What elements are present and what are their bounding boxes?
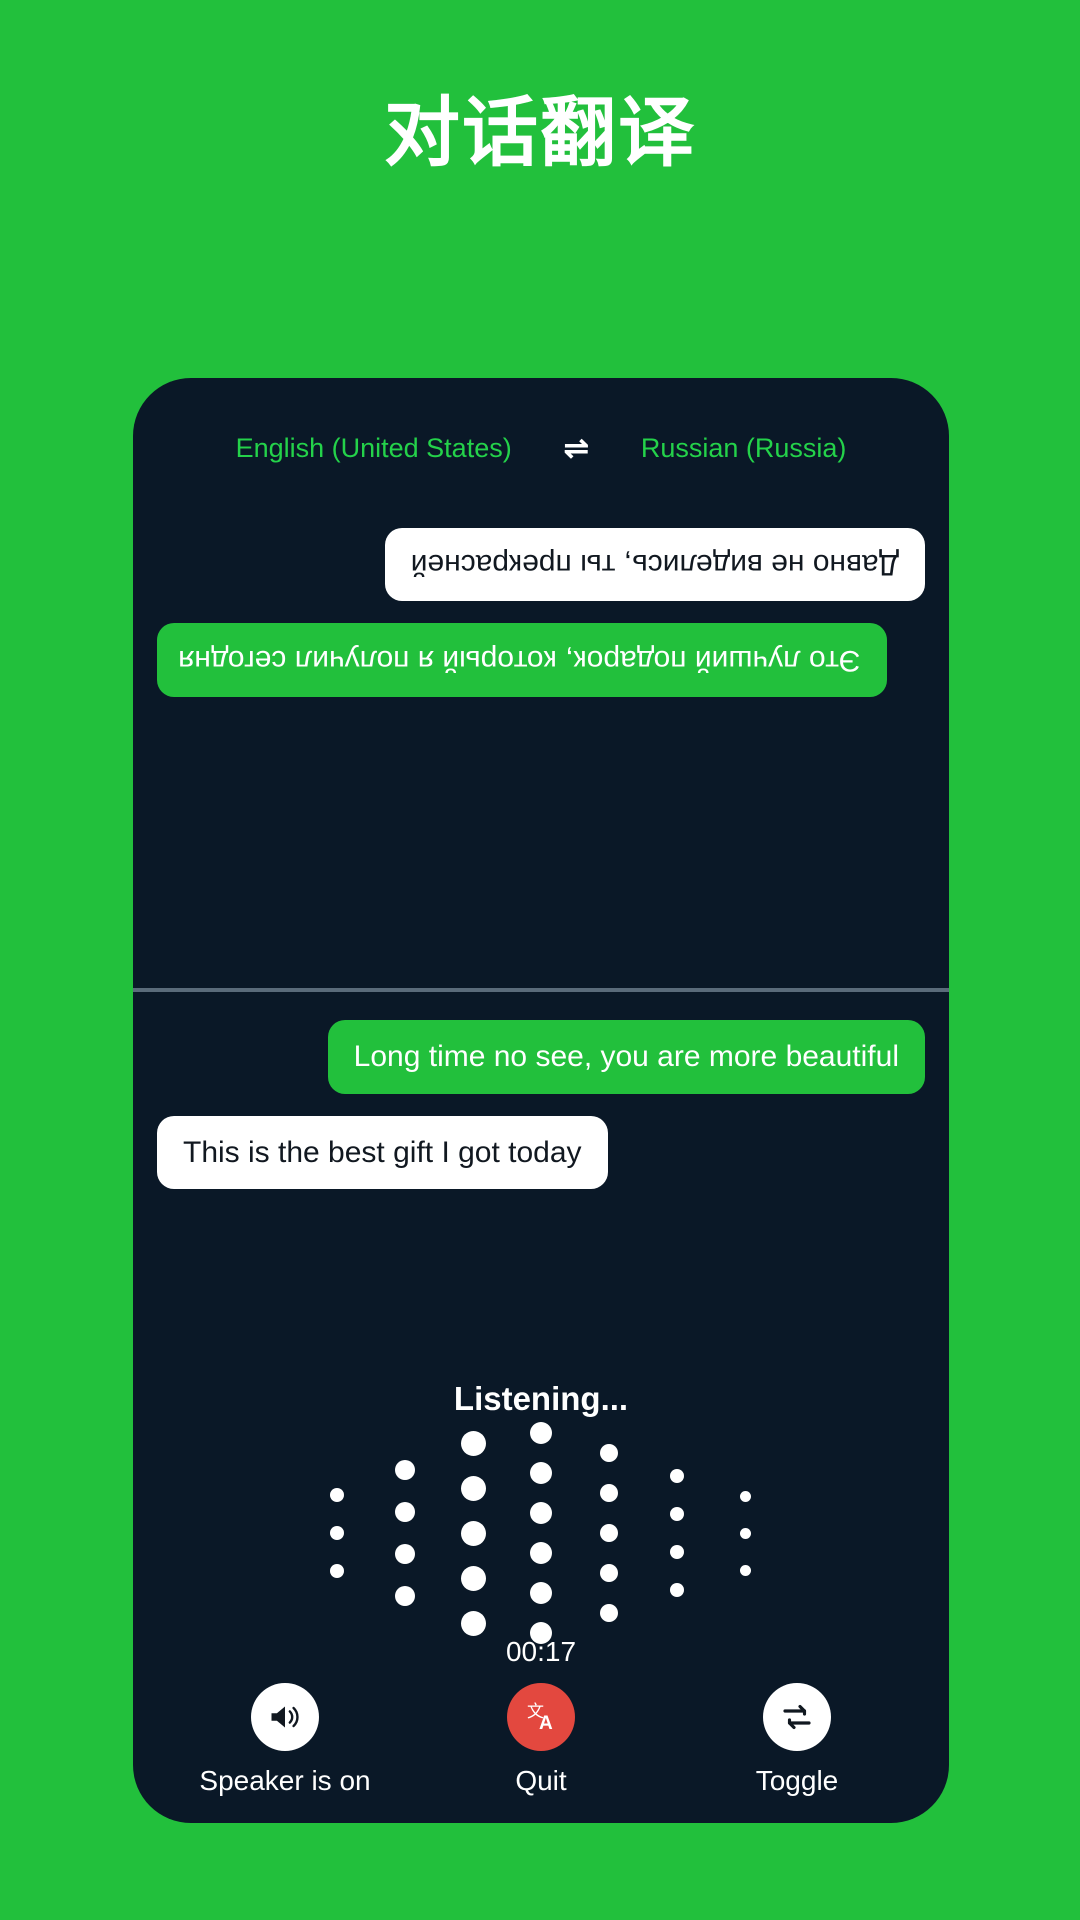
panel-divider xyxy=(133,988,949,992)
message-bubble[interactable]: This is the best gift I got today xyxy=(157,1115,608,1189)
waveform-dot xyxy=(460,1610,486,1636)
waveform-dot xyxy=(600,1604,618,1622)
speaker-button-label: Speaker is on xyxy=(199,1765,371,1796)
waveform-dot xyxy=(600,1484,618,1502)
toggle-button-label: Toggle xyxy=(755,1765,839,1796)
waveform-column xyxy=(439,1430,507,1636)
waveform-column xyxy=(371,1460,439,1606)
waveform-dot xyxy=(670,1545,684,1559)
waveform-dot xyxy=(600,1524,618,1542)
control-bar: Speaker is on 文 A Quit Toggle xyxy=(133,1683,949,1797)
waveform-dot xyxy=(395,1460,415,1480)
speaker-button[interactable]: Speaker is on xyxy=(170,1683,400,1797)
waveform-dot xyxy=(739,1527,751,1539)
recording-timer: 00:17 xyxy=(505,1636,577,1667)
message-row: Long time no see, you are more beautiful xyxy=(157,1020,925,1094)
message-bubble[interactable]: Это лучший подарок, который я получил се… xyxy=(157,623,887,697)
message-bubble[interactable]: Long time no see, you are more beautiful xyxy=(327,1020,925,1094)
waveform-column xyxy=(507,1422,575,1644)
translate-icon[interactable]: 文 A xyxy=(507,1683,575,1751)
waveform-dot xyxy=(600,1444,618,1462)
waveform-dot xyxy=(530,1462,552,1484)
waveform-dot xyxy=(739,1564,751,1576)
waveform-column xyxy=(711,1490,779,1576)
svg-text:A: A xyxy=(539,1713,553,1734)
quit-button-label: Quit xyxy=(515,1765,567,1796)
phone-frame: English (United States) ⇌ Russian (Russi… xyxy=(133,378,949,1823)
conversation-panel-bottom: Long time no see, you are more beautiful… xyxy=(133,1003,949,1211)
waveform-dot xyxy=(330,1488,344,1502)
waveform-column xyxy=(303,1488,371,1578)
waveform-dot xyxy=(530,1502,552,1524)
waveform-dot xyxy=(460,1565,486,1591)
waveform-dot xyxy=(395,1586,415,1606)
waveform-column xyxy=(575,1444,643,1622)
waveform-dot xyxy=(670,1507,684,1521)
audio-waveform xyxy=(133,1422,949,1644)
message-row: Давно не виделись, ты прекрасней xyxy=(157,528,925,602)
waveform-dot xyxy=(330,1526,344,1540)
waveform-dot xyxy=(395,1502,415,1522)
waveform-column xyxy=(643,1469,711,1597)
speaker-on-icon[interactable] xyxy=(251,1683,319,1751)
toggle-button[interactable]: Toggle xyxy=(682,1683,912,1797)
swap-horizontal-icon[interactable]: ⇌ xyxy=(564,433,589,464)
waveform-dot xyxy=(739,1490,751,1502)
waveform-dot xyxy=(330,1564,344,1578)
source-language-selector[interactable]: English (United States) xyxy=(236,433,512,464)
waveform-dot xyxy=(395,1544,415,1564)
target-language-selector[interactable]: Russian (Russia) xyxy=(641,433,847,464)
waveform-dot xyxy=(530,1422,552,1444)
waveform-dot xyxy=(460,1475,486,1501)
waveform-dot xyxy=(460,1520,486,1546)
message-row: Это лучший подарок, который я получил се… xyxy=(157,623,925,697)
waveform-dot xyxy=(670,1583,684,1597)
page-title: 对话翻译 xyxy=(384,91,696,176)
conversation-panel-top: Это лучший подарок, который я получил се… xyxy=(133,488,949,968)
waveform-dot xyxy=(670,1469,684,1483)
message-row: This is the best gift I got today xyxy=(157,1115,925,1189)
repeat-swap-icon[interactable] xyxy=(763,1683,831,1751)
message-bubble[interactable]: Давно не виделись, ты прекрасней xyxy=(384,528,925,602)
waveform-dot xyxy=(530,1542,552,1564)
app-screen: 对话翻译 English (United States) ⇌ Russian (… xyxy=(0,0,1080,1920)
quit-button[interactable]: 文 A Quit xyxy=(426,1683,656,1797)
waveform-dot xyxy=(600,1564,618,1582)
waveform-dot xyxy=(460,1430,486,1456)
language-bar: English (United States) ⇌ Russian (Russi… xyxy=(133,433,949,464)
listening-status: Listening... xyxy=(453,1380,629,1417)
waveform-dot xyxy=(530,1582,552,1604)
